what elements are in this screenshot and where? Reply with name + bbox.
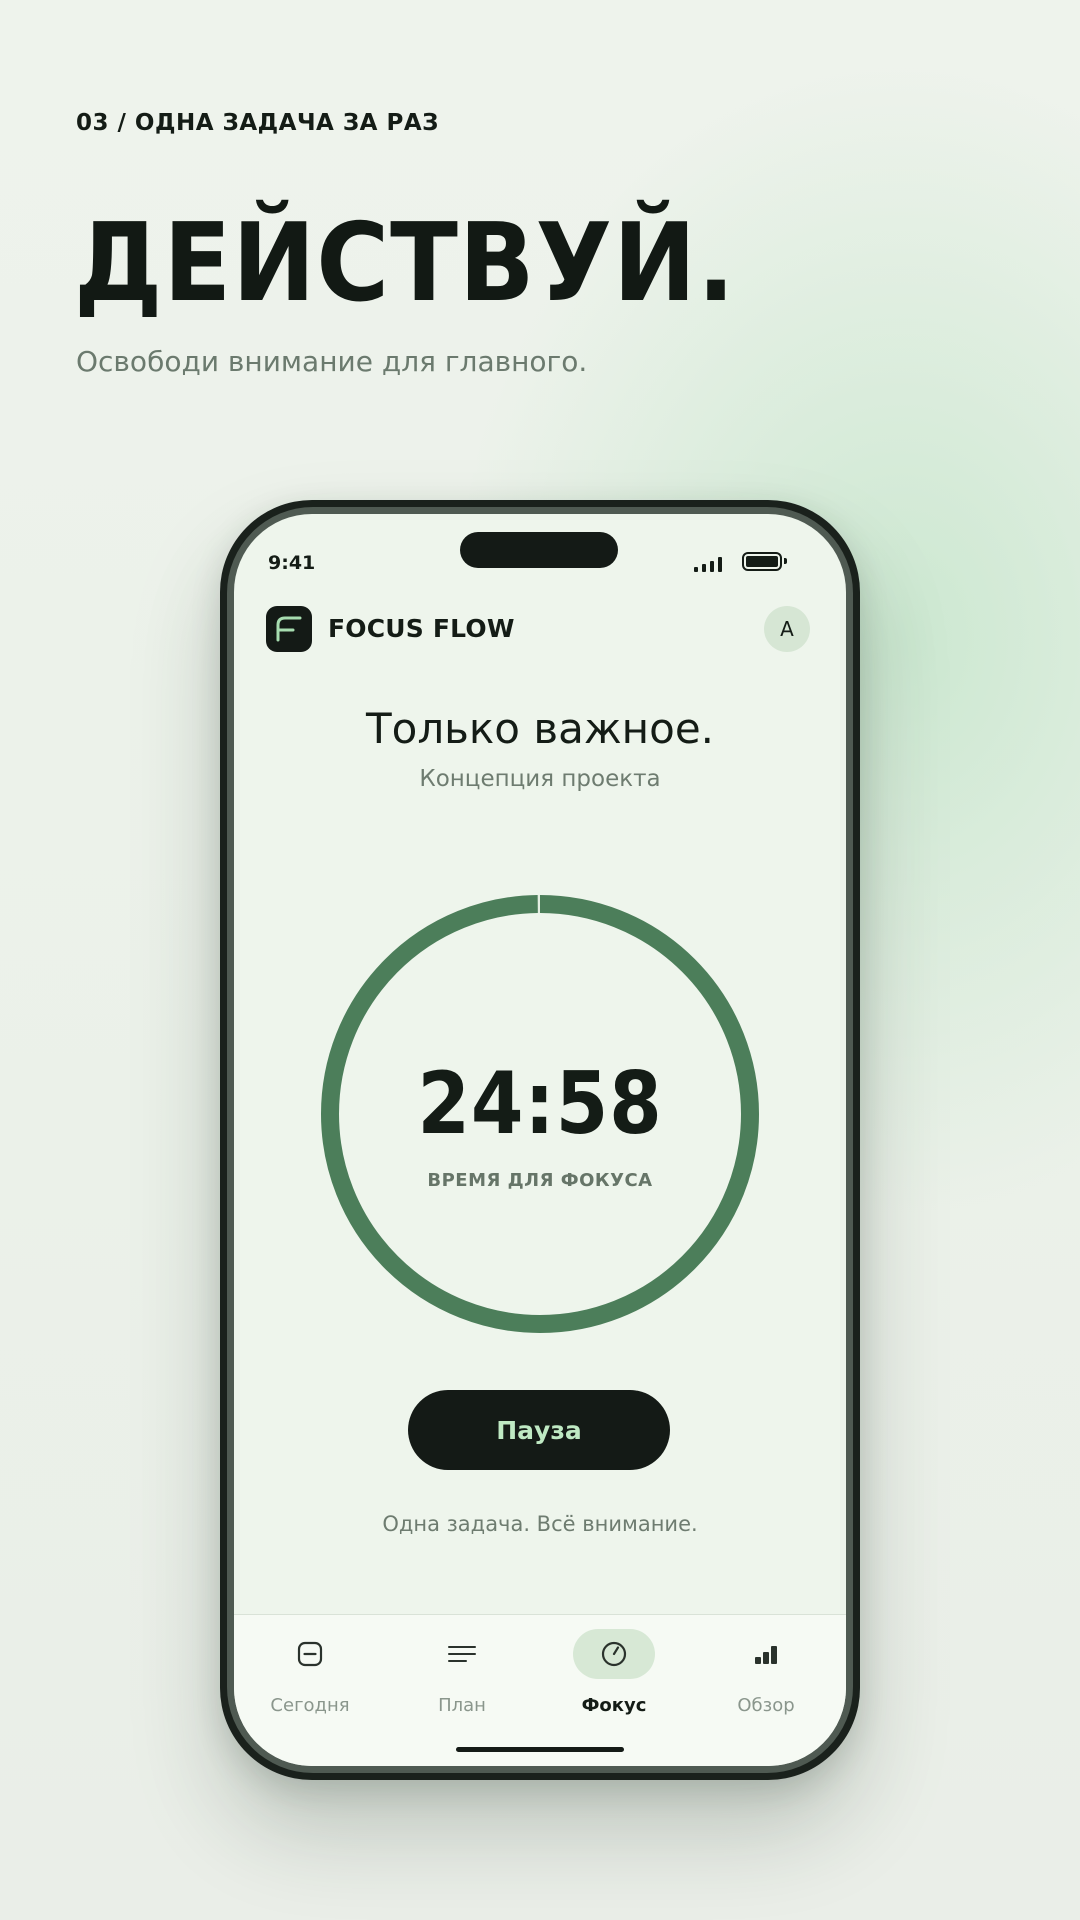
tab-overview[interactable]: Обзор (690, 1629, 842, 1729)
phone-screen: 9:41 FOCUS FLOW A Только важное. Концепц… (234, 514, 846, 1766)
tab-label-today: Сегодня (270, 1695, 350, 1716)
section-eyebrow: 03 / ОДНА ЗАДАЧА ЗА РАЗ (76, 110, 439, 136)
avatar[interactable]: A (764, 606, 810, 652)
tab-label-overview: Обзор (737, 1695, 795, 1716)
hero-headline: ДЕЙСТВУЙ. (74, 201, 736, 326)
focus-title: Только важное. (365, 704, 715, 753)
battery-icon (742, 552, 787, 571)
tab-label-focus: Фокус (581, 1695, 647, 1716)
tab-today[interactable]: Сегодня (234, 1629, 386, 1729)
tab-focus[interactable]: Фокус (538, 1629, 690, 1729)
timer-value: 24:58 (417, 1054, 663, 1154)
phone-mockup: 9:41 FOCUS FLOW A Только важное. Концепц… (220, 500, 860, 1780)
focus-project: Концепция проекта (419, 766, 661, 792)
hero-subhead: Освободи внимание для главного. (76, 345, 588, 378)
timer-icon (573, 1629, 655, 1679)
home-indicator (456, 1747, 624, 1752)
plan-icon (421, 1629, 503, 1679)
app-name: FOCUS FLOW (328, 614, 515, 643)
pause-button[interactable]: Пауза (408, 1390, 670, 1470)
today-icon (269, 1629, 351, 1679)
focus-motto: Одна задача. Всё внимание. (382, 1512, 698, 1536)
bottom-tab-bar: Сегодня План Фокус Обзор (234, 1614, 846, 1766)
status-time: 9:41 (268, 552, 316, 574)
tab-label-plan: План (438, 1695, 486, 1716)
chart-icon (725, 1629, 807, 1679)
signal-icon (694, 556, 722, 572)
dynamic-island (460, 532, 618, 568)
tab-plan[interactable]: План (386, 1629, 538, 1729)
timer-label: ВРЕМЯ ДЛЯ ФОКУСА (427, 1170, 653, 1191)
app-logo-icon (266, 606, 312, 652)
